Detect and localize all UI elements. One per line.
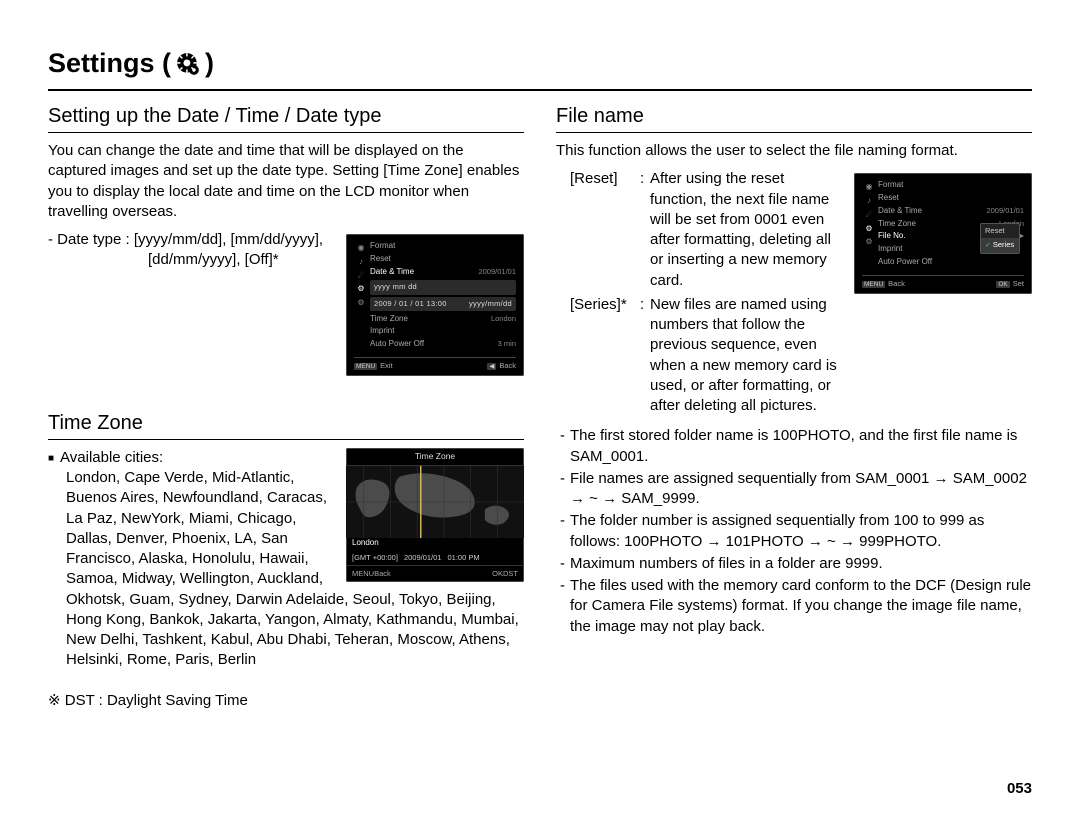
title-rule: [48, 89, 1032, 91]
section-body-date: You can change the date and time that wi…: [48, 141, 524, 222]
section-heading-timezone: Time Zone: [48, 412, 524, 435]
title-suffix: ): [205, 48, 214, 79]
reset-key: [Reset]: [570, 169, 640, 291]
series-key: [Series]*: [570, 295, 640, 417]
section-rule: [48, 132, 524, 133]
section-rule-fn: [556, 132, 1032, 133]
lcd-sidebar-icons: ◉♪☄⚙⚙: [354, 240, 368, 312]
reset-val: After using the reset function, the next…: [650, 169, 844, 291]
lcd-sidebar-icons: ◉♪☄⚙⚙: [862, 179, 876, 251]
page-title: Settings (: [48, 48, 1032, 79]
lcd-timezone-screenshot: Time Zone: [346, 448, 524, 583]
bullet-item: The first stored folder name is 100PHOTO…: [570, 426, 1032, 467]
filename-bullets: The first stored folder name is 100PHOTO…: [556, 426, 1032, 637]
left-column: Setting up the Date / Time / Date type Y…: [48, 105, 524, 785]
world-map-icon: [346, 466, 524, 538]
lcd-date-screenshot: ◉♪☄⚙⚙ Format Reset Date & Time2009/01/01…: [346, 234, 524, 376]
lcd-fileno-screenshot: ◉♪☄⚙⚙ Format Reset Date & Time2009/01/01…: [854, 173, 1032, 293]
section-heading-date: Setting up the Date / Time / Date type: [48, 105, 524, 128]
section-heading-filename: File name: [556, 105, 1032, 128]
dst-note: ※ DST : Daylight Saving Time: [48, 691, 524, 711]
section-rule-tz: [48, 439, 524, 440]
filename-intro: This function allows the user to select …: [556, 141, 1032, 161]
lcd-edit-line1: yyyy mm dd: [370, 280, 516, 294]
title-prefix: Settings (: [48, 48, 171, 79]
right-column: File name This function allows the user …: [556, 105, 1032, 785]
bullet-item: Maximum numbers of files in a folder are…: [570, 554, 1032, 574]
bullet-item: The folder number is assigned sequential…: [570, 511, 1032, 552]
bullet-item: The files used with the memory card conf…: [570, 576, 1032, 637]
series-val: New files are named using numbers that f…: [650, 295, 844, 417]
gear-icon: [175, 51, 201, 77]
fileno-popup: Reset Series: [980, 223, 1020, 254]
lcd-edit-line2: 2009 / 01 / 01 13:00yyyy/mm/dd: [370, 297, 516, 311]
bullet-item: File names are assigned sequentially fro…: [570, 469, 1032, 510]
page-number: 053: [1007, 780, 1032, 797]
